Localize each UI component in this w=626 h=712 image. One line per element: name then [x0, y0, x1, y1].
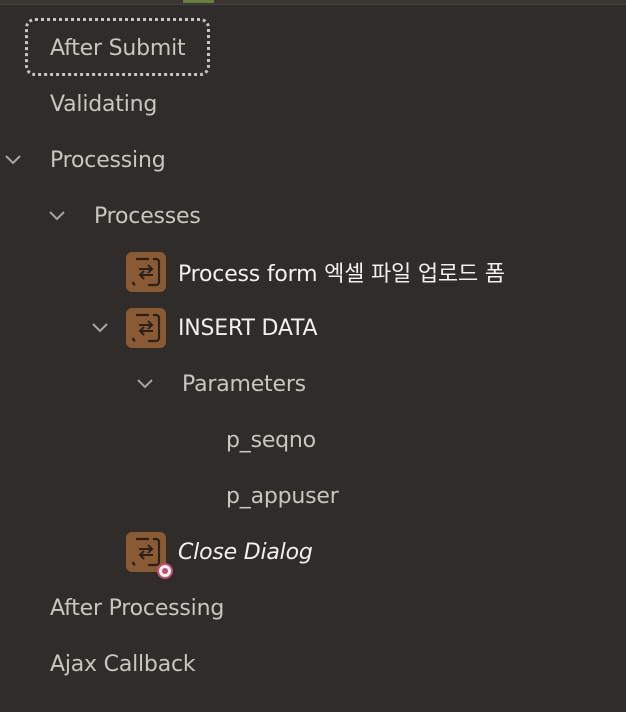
process-icon	[126, 308, 166, 348]
tree-node-p-appuser[interactable]: p_appuser	[226, 476, 339, 516]
tree-node-label: Parameters	[182, 371, 306, 397]
tree-node-after-submit[interactable]: After Submit	[50, 28, 186, 68]
chevron-down-icon[interactable]	[4, 151, 22, 169]
tree-node-label: Processes	[94, 203, 201, 229]
tree-node-label: Ajax Callback	[50, 651, 196, 677]
tree-node-label: Close Dialog	[178, 539, 313, 565]
conditional-badge-icon	[157, 563, 173, 579]
top-accent-tab	[183, 0, 214, 3]
tree-node-p-seqno[interactable]: p_seqno	[226, 420, 316, 460]
tree-node-label: Processing	[50, 147, 166, 173]
tree-node-validating[interactable]: Validating	[50, 84, 157, 124]
tree-node-label: After Submit	[50, 35, 186, 61]
tree-node-ajax-callback[interactable]: Ajax Callback	[50, 644, 196, 684]
chevron-down-icon[interactable]	[91, 319, 109, 337]
tree-node-label: Validating	[50, 91, 158, 117]
tree-node-insert-data[interactable]: INSERT DATA	[178, 308, 318, 348]
tree-node-processes[interactable]: Processes	[94, 196, 201, 236]
top-divider	[0, 0, 626, 5]
component-tree: After Submit Validating Processing Proce…	[0, 0, 626, 712]
tree-node-process-form[interactable]: Process form 엑셀 파일 업로드 폼	[178, 252, 505, 292]
tree-node-after-processing[interactable]: After Processing	[50, 588, 224, 628]
chevron-down-icon[interactable]	[48, 207, 66, 225]
tree-node-label: p_appuser	[226, 483, 339, 509]
tree-node-close-dialog[interactable]: Close Dialog	[178, 532, 313, 572]
tree-node-label: Process form 엑셀 파일 업로드 폼	[178, 262, 505, 287]
tree-node-label: p_seqno	[226, 427, 316, 453]
tree-node-label: INSERT DATA	[178, 315, 318, 341]
tree-node-label: After Processing	[50, 595, 225, 621]
process-icon	[126, 252, 166, 292]
tree-node-processing[interactable]: Processing	[50, 140, 166, 180]
tree-node-parameters[interactable]: Parameters	[182, 364, 306, 404]
chevron-down-icon[interactable]	[136, 375, 154, 393]
